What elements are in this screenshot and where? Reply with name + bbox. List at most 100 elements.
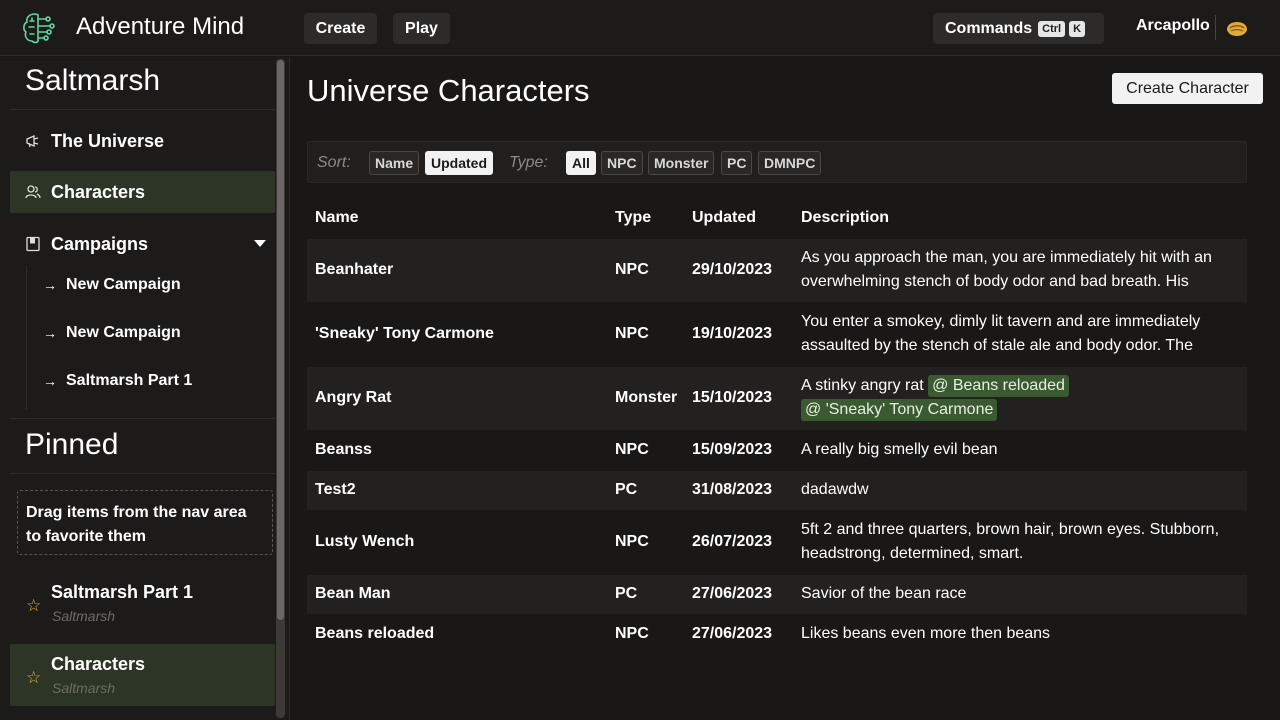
character-name[interactable]: Angry Rat xyxy=(315,389,391,407)
character-name[interactable]: Bean Man xyxy=(315,585,391,603)
character-updated: 27/06/2023 xyxy=(692,585,773,602)
column-header-description[interactable]: Description xyxy=(801,209,889,227)
megaphone-icon xyxy=(25,133,41,149)
character-type: NPC xyxy=(615,441,649,458)
bean-avatar-icon[interactable] xyxy=(1226,17,1248,39)
book-icon xyxy=(25,236,41,252)
pinned-item[interactable]: ☆ Characters Saltmarsh xyxy=(10,644,275,706)
pinned-item-subtitle: Saltmarsh xyxy=(52,608,116,624)
pinned-item-title: Characters xyxy=(51,654,146,674)
sidebar-item-the-universe[interactable]: The Universe xyxy=(10,120,275,162)
username[interactable]: Arcapollo xyxy=(1136,17,1210,35)
create-menu-button[interactable]: Create xyxy=(304,13,377,44)
table-row[interactable]: Angry Rat Monster 15/10/2023 A stinky an… xyxy=(307,367,1247,430)
character-type: NPC xyxy=(615,261,649,278)
page-title: Universe Characters xyxy=(307,73,590,108)
star-icon[interactable]: ☆ xyxy=(26,596,41,616)
sidebar-item-characters[interactable]: Characters xyxy=(10,171,275,213)
sidebar-item-label: Campaigns xyxy=(51,233,149,254)
sort-updated-chip[interactable]: Updated xyxy=(425,151,493,175)
sort-label: Sort: xyxy=(317,154,351,171)
pinned-item-subtitle: Saltmarsh xyxy=(52,680,116,696)
character-name[interactable]: 'Sneaky' Tony Carmone xyxy=(315,325,494,343)
app-title[interactable]: Adventure Mind xyxy=(76,13,244,41)
table-row[interactable]: Beanss NPC 15/09/2023 A really big smell… xyxy=(307,431,1247,470)
pinned-item-title: Saltmarsh Part 1 xyxy=(51,582,194,602)
character-name[interactable]: Beanhater xyxy=(315,261,393,279)
user-divider xyxy=(1215,15,1216,40)
character-description: 5ft 2 and three quarters, brown hair, br… xyxy=(801,521,1220,562)
arrow-right-icon: → xyxy=(43,373,57,389)
character-description: A really big smelly evil bean xyxy=(801,441,998,458)
chevron-down-icon[interactable] xyxy=(254,240,266,247)
column-header-updated[interactable]: Updated xyxy=(692,209,756,227)
character-type: Monster xyxy=(615,389,678,406)
campaign-tree-line xyxy=(26,266,27,410)
character-description: Savior of the bean race xyxy=(801,585,967,602)
shortcut-ctrl-key: Ctrl xyxy=(1038,20,1066,37)
table-row[interactable]: Test2 PC 31/08/2023 dadawdw xyxy=(307,471,1247,510)
sidebar-item-label: Characters xyxy=(51,181,146,202)
campaign-label: Saltmarsh Part 1 xyxy=(66,372,193,389)
campaign-item[interactable]: → Saltmarsh Part 1 xyxy=(43,372,192,390)
character-type: NPC xyxy=(615,533,649,550)
type-label: Type: xyxy=(509,154,548,171)
arrow-right-icon: → xyxy=(43,277,57,293)
table-row[interactable]: Bean Man PC 27/06/2023 Savior of the bea… xyxy=(307,575,1247,614)
universe-title[interactable]: Saltmarsh xyxy=(25,64,160,98)
character-updated: 15/09/2023 xyxy=(692,441,773,458)
sidebar-item-campaigns[interactable]: Campaigns xyxy=(10,223,275,265)
table-row[interactable]: Beans reloaded NPC 27/06/2023 Likes bean… xyxy=(307,615,1247,654)
character-name[interactable]: Test2 xyxy=(315,481,356,499)
arrow-right-icon: → xyxy=(43,325,57,341)
table-row[interactable]: Lusty Wench NPC 26/07/2023 5ft 2 and thr… xyxy=(307,511,1247,574)
pinned-item[interactable]: ☆ Saltmarsh Part 1 Saltmarsh xyxy=(10,572,275,634)
column-header-type[interactable]: Type xyxy=(615,209,651,227)
table-row[interactable]: Beanhater NPC 29/10/2023 As you approach… xyxy=(307,239,1247,302)
campaign-item[interactable]: → New Campaign xyxy=(43,276,181,294)
character-name[interactable]: Beans reloaded xyxy=(315,625,434,643)
type-pc-chip[interactable]: PC xyxy=(721,151,753,175)
users-icon xyxy=(25,184,41,200)
character-updated: 15/10/2023 xyxy=(692,389,773,406)
mention-tag[interactable]: @ Beans reloaded xyxy=(928,375,1069,397)
description-text: A stinky angry rat xyxy=(801,377,924,394)
character-updated: 26/07/2023 xyxy=(692,533,773,550)
character-name[interactable]: Beanss xyxy=(315,441,372,459)
character-description: You enter a smokey, dimly lit tavern and… xyxy=(801,313,1201,354)
character-description: As you approach the man, you are immedia… xyxy=(801,249,1212,290)
character-name[interactable]: Lusty Wench xyxy=(315,533,414,551)
sidebar-divider xyxy=(10,418,275,419)
table-row[interactable]: 'Sneaky' Tony Carmone NPC 19/10/2023 You… xyxy=(307,303,1247,366)
character-updated: 27/06/2023 xyxy=(692,625,773,642)
commands-label: Commands xyxy=(945,19,1033,37)
brain-circuit-logo-icon[interactable] xyxy=(20,10,56,46)
type-all-chip[interactable]: All xyxy=(566,151,596,175)
character-type: PC xyxy=(615,481,638,498)
type-monster-chip[interactable]: Monster xyxy=(648,151,715,175)
character-type: NPC xyxy=(615,625,649,642)
character-type: PC xyxy=(615,585,638,602)
create-character-button[interactable]: Create Character xyxy=(1112,73,1263,104)
type-dmnpc-chip[interactable]: DMNPC xyxy=(758,151,822,175)
character-updated: 19/10/2023 xyxy=(692,325,773,342)
column-header-name[interactable]: Name xyxy=(315,209,359,227)
character-description: Likes beans even more then beans xyxy=(801,625,1051,642)
mention-tag[interactable]: @ 'Sneaky' Tony Carmone xyxy=(801,399,998,421)
character-updated: 29/10/2023 xyxy=(692,261,773,278)
star-icon[interactable]: ☆ xyxy=(26,668,41,688)
pinned-dropzone[interactable]: Drag items from the nav area to favorite… xyxy=(17,490,273,555)
campaign-label: New Campaign xyxy=(66,276,181,293)
play-menu-button[interactable]: Play xyxy=(393,13,450,44)
campaign-item[interactable]: → New Campaign xyxy=(43,324,181,342)
top-bar: Adventure Mind Create Play Commands Ctrl… xyxy=(0,0,1280,56)
sort-name-chip[interactable]: Name xyxy=(369,151,420,175)
commands-button[interactable]: Commands Ctrl K xyxy=(933,13,1104,44)
filter-bar: Sort: Name Updated Type: All NPC Monster… xyxy=(307,141,1247,183)
sidebar-divider xyxy=(10,109,275,110)
sidebar-scrollbar-thumb[interactable] xyxy=(277,60,284,620)
pinned-title: Pinned xyxy=(25,428,119,461)
type-npc-chip[interactable]: NPC xyxy=(601,151,643,175)
sidebar-divider xyxy=(10,473,275,474)
sidebar-item-label: The Universe xyxy=(51,130,165,151)
